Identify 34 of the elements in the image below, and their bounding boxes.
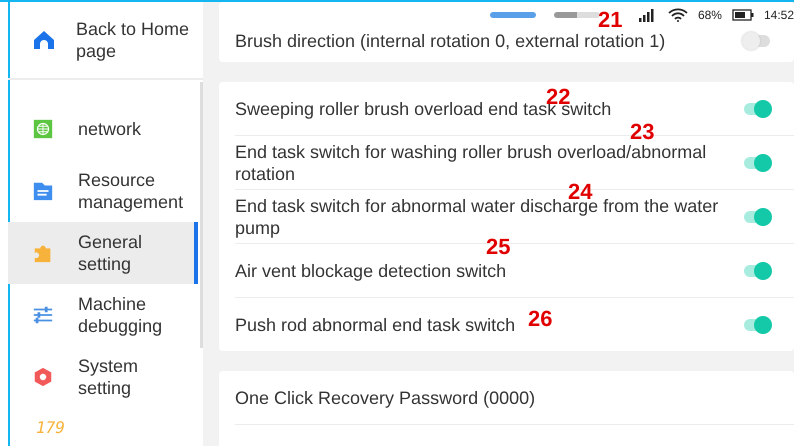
sidebar-item-label: System setting bbox=[78, 355, 140, 399]
battery-icon bbox=[732, 9, 754, 21]
sidebar-item[interactable]: General setting bbox=[8, 222, 198, 284]
digit-readout: 179 bbox=[36, 418, 65, 437]
folder-icon bbox=[32, 180, 54, 202]
progress-pill bbox=[554, 12, 600, 18]
back-label: Back to Home page bbox=[76, 18, 190, 62]
annotation-number: 25 bbox=[486, 236, 510, 258]
back-home-item[interactable]: Back to Home page bbox=[8, 2, 203, 80]
setting-label: Push rod abnormal end task switch bbox=[235, 314, 516, 336]
sidebar-item[interactable]: System setting bbox=[8, 346, 198, 408]
setting-label: One Click Recovery Password (0000) bbox=[235, 386, 536, 408]
home-icon bbox=[32, 28, 56, 52]
globe-icon bbox=[32, 118, 54, 140]
progress-pill bbox=[490, 12, 536, 18]
sidebar-item[interactable]: Machine debugging bbox=[8, 284, 198, 346]
battery-percent: 68% bbox=[698, 8, 722, 22]
clock: 14:52 bbox=[764, 8, 794, 22]
sidebar-item-label: network bbox=[78, 118, 142, 140]
sidebar-item[interactable]: Resource management bbox=[8, 160, 198, 222]
sidebar-item-label: General setting bbox=[78, 231, 144, 275]
sidebar-item-label: Machine debugging bbox=[78, 293, 164, 337]
annotation-number: 26 bbox=[528, 308, 552, 330]
hexagon-icon bbox=[32, 366, 54, 388]
sliders-icon bbox=[32, 304, 54, 326]
sidebar-item[interactable]: network bbox=[8, 98, 198, 160]
annotation-number: 23 bbox=[630, 121, 654, 143]
wifi-icon bbox=[668, 8, 688, 22]
setting-label: Brush direction (internal rotation 0, external rotation 1) bbox=[235, 30, 666, 52]
toggle-switch[interactable] bbox=[744, 35, 770, 47]
annotation-number: 21 bbox=[598, 9, 622, 31]
setting-label: Air vent blockage detection switch bbox=[235, 260, 506, 282]
setting-label: End task switch for washing roller brush overload/abnormal rotation bbox=[235, 140, 708, 184]
sidebar-item-label: Resource management bbox=[78, 169, 184, 213]
